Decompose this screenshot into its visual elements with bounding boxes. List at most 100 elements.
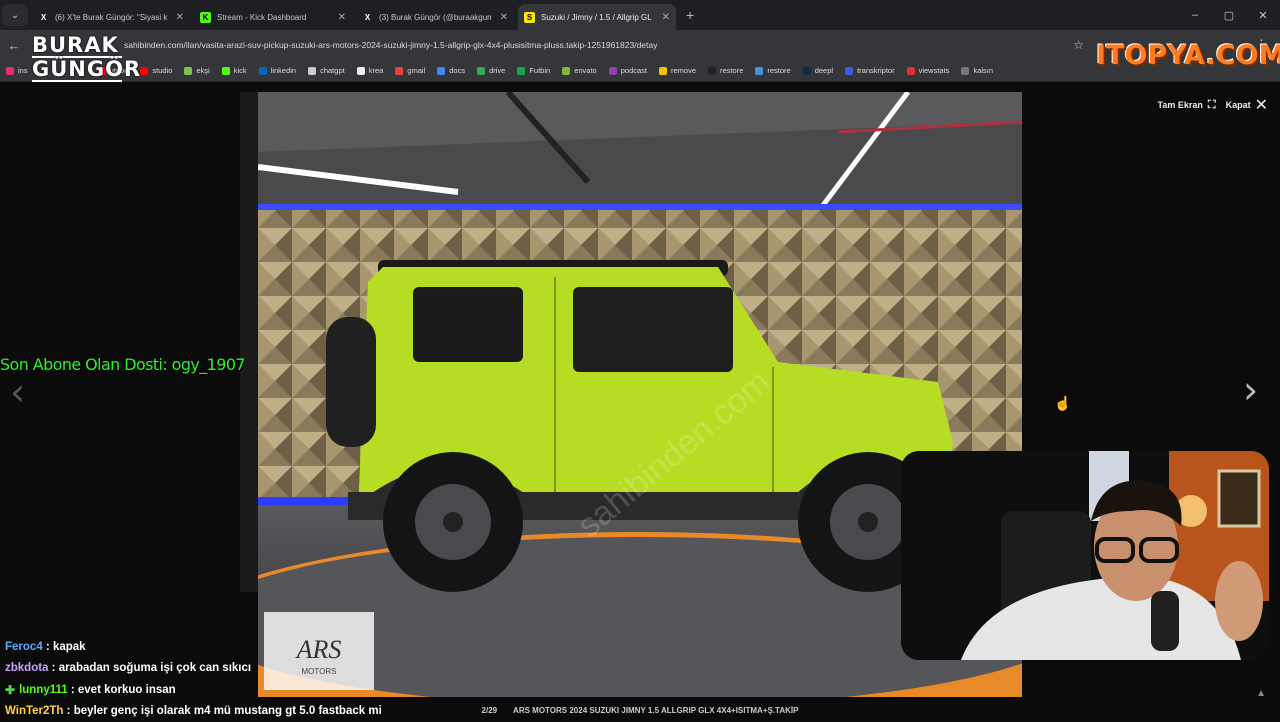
next-image-arrow-icon[interactable]: › [1243, 368, 1258, 412]
bookmark-Futbin[interactable]: Futbin [517, 66, 550, 75]
bookmark-podcast[interactable]: podcast [609, 66, 647, 75]
bookmark-krea[interactable]: krea [357, 66, 384, 75]
drive-icon [477, 67, 485, 75]
deepl-icon [803, 67, 811, 75]
bookmark-chatgpt[interactable]: chatgpt [308, 66, 345, 75]
krea-icon [357, 67, 365, 75]
bookmark-label: linkedin [271, 66, 296, 75]
tab-bar: ⌄ X (6) X'te Burak Güngör: "Siyasi k ✕ K… [0, 0, 1280, 30]
tab-title: (6) X'te Burak Güngör: "Siyasi k [55, 13, 172, 22]
image-counter: 2/29 [482, 706, 498, 715]
tab-title: Stream - Kick Dashboard [217, 13, 334, 22]
bookmark-ins[interactable]: ins [6, 66, 28, 75]
bookmark-remove[interactable]: remove [659, 66, 696, 75]
x-icon: X [362, 12, 373, 23]
bookmark-label: podcast [621, 66, 647, 75]
Futbin-icon [517, 67, 525, 75]
bookmark-label: remove [671, 66, 696, 75]
bookmark-restore[interactable]: restore [755, 66, 790, 75]
streamer-webcam [901, 451, 1269, 660]
chat-username: zbkdota [5, 662, 48, 674]
image-caption: 2/29 ARS MOTORS 2024 SUZUKI JIMNY 1.5 AL… [0, 706, 1280, 715]
bookmark-docs[interactable]: docs [437, 66, 465, 75]
chat-separator: : [48, 662, 58, 674]
close-tab-icon[interactable]: ✕ [500, 12, 508, 23]
podcast-icon [609, 67, 617, 75]
restore-icon [755, 67, 763, 75]
bookmark-studio[interactable]: studio [140, 66, 172, 75]
bookmark-label: transkriptor [857, 66, 895, 75]
fullscreen-icon: ⛶ [1208, 99, 1216, 112]
bookmark-label: deepl [815, 66, 833, 75]
caption-text: ARS MOTORS 2024 SUZUKI JIMNY 1.5 ALLGRIP… [513, 706, 798, 715]
gmail-icon [395, 67, 403, 75]
bookmarks-bar: insutubestudioekşikicklinkedinchatgptkre… [0, 60, 1280, 82]
prev-image-arrow-icon[interactable]: ‹ [10, 370, 25, 414]
bookmark-label: studio [152, 66, 172, 75]
tab-title: Suzuki / Jimny / 1.5 / Allgrip GL [541, 13, 658, 22]
viewstats-icon [907, 67, 915, 75]
kalsın-icon [961, 67, 969, 75]
close-tab-icon[interactable]: ✕ [176, 12, 184, 23]
bookmark-label: ins [18, 66, 28, 75]
bookmark-ekşi[interactable]: ekşi [184, 66, 209, 75]
close-label: Kapat [1226, 100, 1251, 110]
bookmark-label: ekşi [196, 66, 209, 75]
page-behind-viewer [240, 92, 260, 592]
viewer-toolbar: Tam Ekran ⛶ Kapat ✕ [1158, 95, 1268, 115]
minimize-button[interactable]: – [1178, 9, 1212, 21]
ekşi-icon [184, 67, 192, 75]
bookmark-label: gmail [407, 66, 425, 75]
bookmark-drive[interactable]: drive [477, 66, 505, 75]
linkedin-icon [259, 67, 267, 75]
chat-username: Feroc4 [5, 641, 43, 653]
bookmark-star-icon[interactable]: ☆ [1073, 38, 1084, 52]
close-tab-icon[interactable]: ✕ [338, 12, 346, 23]
bookmark-label: drive [489, 66, 505, 75]
chat-username: lunny111 [19, 684, 68, 696]
subscriber-badge-icon: ✚ [5, 683, 15, 697]
close-viewer-button[interactable]: Kapat ✕ [1226, 95, 1268, 115]
chat-message: ✚lunny111 : evet korkuo insan [5, 679, 382, 701]
bookmark-viewstats[interactable]: viewstats [907, 66, 950, 75]
fullscreen-label: Tam Ekran [1158, 100, 1203, 110]
bookmark-deepl[interactable]: deepl [803, 66, 833, 75]
envato-icon [562, 67, 570, 75]
tab-search-button[interactable]: ⌄ [2, 4, 28, 26]
chat-separator: : [68, 684, 78, 696]
new-tab-button[interactable]: + [686, 7, 694, 23]
docs-icon [437, 67, 445, 75]
bookmark-label: viewstats [919, 66, 950, 75]
streamer-logo: BURAK GÜNGÖR [32, 34, 124, 82]
maximize-button[interactable]: ▢ [1212, 9, 1246, 22]
tab-x-2[interactable]: X (3) Burak Güngör (@buraakgun ✕ [356, 4, 514, 30]
bookmark-label: Futbin [529, 66, 550, 75]
scroll-top-icon[interactable]: ▲ [1256, 688, 1266, 699]
bookmark-restore[interactable]: restore [708, 66, 743, 75]
sponsor-logo: ITOPYA.COM [1096, 40, 1254, 72]
microphone-icon [1151, 591, 1179, 651]
spare-tire [326, 317, 376, 447]
tab-x-1[interactable]: X (6) X'te Burak Güngör: "Siyasi k ✕ [32, 4, 190, 30]
chat-separator: : [43, 641, 53, 653]
close-window-button[interactable]: ✕ [1246, 9, 1280, 22]
close-tab-icon[interactable]: ✕ [662, 12, 670, 23]
bookmark-envato[interactable]: envato [562, 66, 597, 75]
bookmark-kalsın[interactable]: kalsın [961, 66, 993, 75]
bookmark-gmail[interactable]: gmail [395, 66, 425, 75]
back-arrow-icon[interactable]: ← [0, 38, 28, 53]
bookmark-label: docs [449, 66, 465, 75]
bookmark-label: chatgpt [320, 66, 345, 75]
address-bar: ← sahibinden.com/ilan/vasita-arazi-suv-p… [0, 30, 1280, 60]
tab-kick-dashboard[interactable]: K Stream - Kick Dashboard ✕ [194, 4, 352, 30]
bookmark-kick[interactable]: kick [222, 66, 247, 75]
hand-cursor-icon: ☝ [1054, 395, 1071, 412]
tab-sahibinden[interactable]: S Suzuki / Jimny / 1.5 / Allgrip GL ✕ [518, 4, 676, 30]
bookmark-transkriptor[interactable]: transkriptor [845, 66, 895, 75]
fullscreen-button[interactable]: Tam Ekran ⛶ [1158, 99, 1216, 112]
x-icon: X [38, 12, 49, 23]
url-field[interactable]: sahibinden.com/ilan/vasita-arazi-suv-pic… [124, 40, 657, 50]
bookmark-label: restore [767, 66, 790, 75]
close-icon: ✕ [1255, 95, 1268, 115]
bookmark-linkedin[interactable]: linkedin [259, 66, 296, 75]
